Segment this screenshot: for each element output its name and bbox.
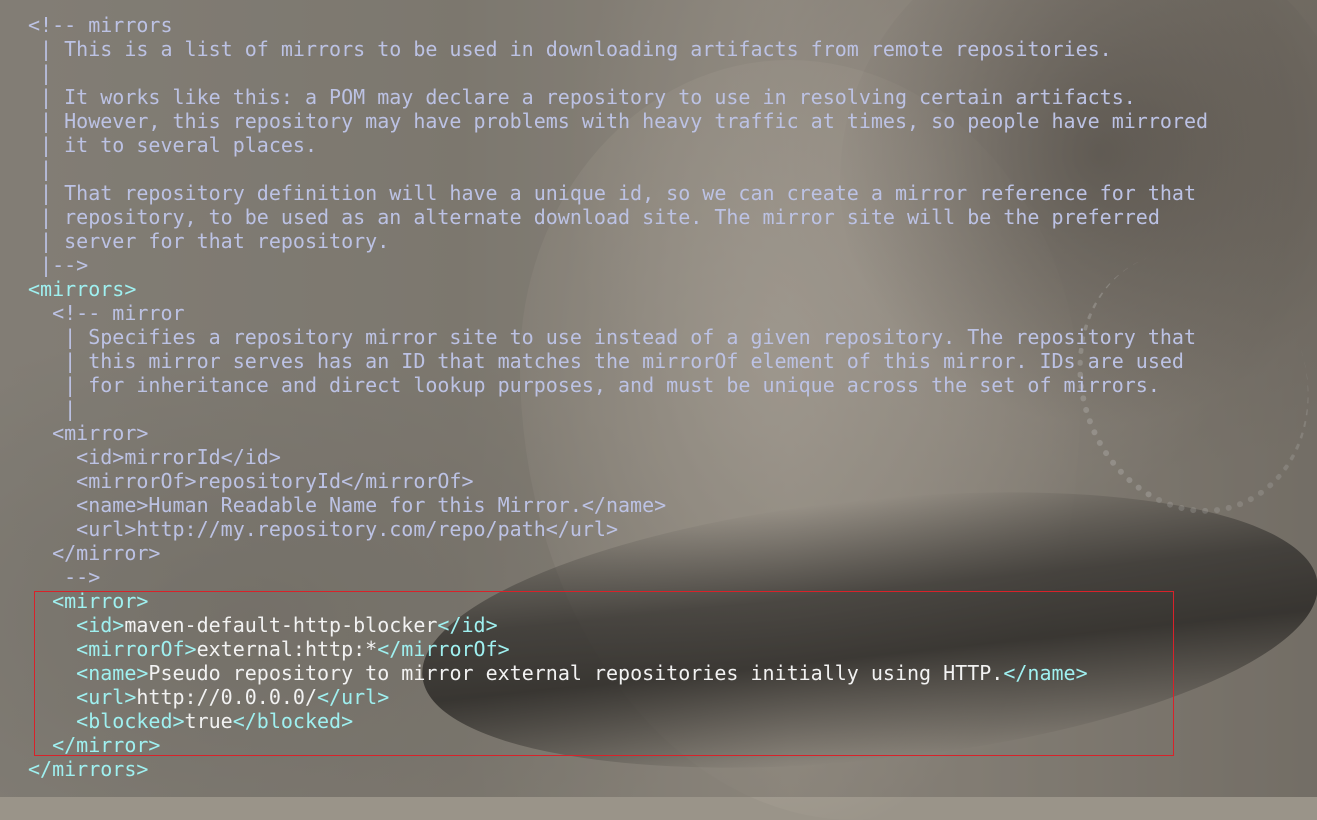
code-line: | Specifies a repository mirror site to … xyxy=(28,325,1317,349)
code-token-comment: | it to several places. xyxy=(28,133,317,157)
code-line: | this mirror serves has an ID that matc… xyxy=(28,349,1317,373)
code-token-comment: <id>mirrorId</id> xyxy=(28,445,281,469)
code-token-comment: | for inheritance and direct lookup purp… xyxy=(28,373,1160,397)
code-token-comment: <mirrorOf>repositoryId</mirrorOf> xyxy=(28,469,474,493)
code-line: <url>http://my.repository.com/repo/path<… xyxy=(28,517,1317,541)
code-line: | That repository definition will have a… xyxy=(28,181,1317,205)
code-line: <!-- mirrors xyxy=(28,13,1317,37)
code-line: | It works like this: a POM may declare … xyxy=(28,85,1317,109)
code-token-comment: --> xyxy=(28,565,101,589)
code-token-comment: | This is a list of mirrors to be used i… xyxy=(28,37,1112,61)
code-line: <name>Human Readable Name for this Mirro… xyxy=(28,493,1317,517)
code-line: | repository, to be used as an alternate… xyxy=(28,205,1317,229)
code-token-comment: | xyxy=(28,157,53,181)
code-token-comment: <name>Human Readable Name for this Mirro… xyxy=(28,493,667,517)
code-line: | xyxy=(28,61,1317,85)
code-line: | xyxy=(28,157,1317,181)
code-token-comment: | xyxy=(28,61,53,85)
code-token-comment: | That repository definition will have a… xyxy=(28,181,1196,205)
code-line: | This is a list of mirrors to be used i… xyxy=(28,37,1317,61)
code-token-comment: </mirror> xyxy=(28,541,161,565)
code-line: --> xyxy=(28,565,1317,589)
code-line: | server for that repository. xyxy=(28,229,1317,253)
code-token-comment: | repository, to be used as an alternate… xyxy=(28,205,1160,229)
code-line: <mirror> xyxy=(28,421,1317,445)
code-token-comment: | xyxy=(28,397,77,421)
code-line: </mirror> xyxy=(28,541,1317,565)
code-token-comment: <!-- mirrors xyxy=(28,13,173,37)
code-line: | xyxy=(28,397,1317,421)
code-line: | However, this repository may have prob… xyxy=(28,109,1317,133)
code-token-comment: | It works like this: a POM may declare … xyxy=(28,85,1136,109)
code-token-comment: | this mirror serves has an ID that matc… xyxy=(28,349,1184,373)
code-token-comment: | server for that repository. xyxy=(28,229,390,253)
code-line: <!-- mirror xyxy=(28,301,1317,325)
code-token-comment: <url>http://my.repository.com/repo/path<… xyxy=(28,517,619,541)
code-line: <mirrors> xyxy=(28,277,1317,301)
code-token-comment: <!-- mirror xyxy=(28,301,185,325)
code-token-tag: </mirrors> xyxy=(28,757,149,781)
code-token-comment: <mirror> xyxy=(28,421,149,445)
code-line: <id>mirrorId</id> xyxy=(28,445,1317,469)
code-line: <mirrorOf>repositoryId</mirrorOf> xyxy=(28,469,1317,493)
code-token-comment: | Specifies a repository mirror site to … xyxy=(28,325,1196,349)
highlight-box xyxy=(34,591,1174,756)
code-token-comment: | However, this repository may have prob… xyxy=(28,109,1209,133)
code-token-tag: <mirrors> xyxy=(28,277,137,301)
code-line: | for inheritance and direct lookup purp… xyxy=(28,373,1317,397)
code-line: | it to several places. xyxy=(28,133,1317,157)
code-line: </mirrors> xyxy=(28,757,1317,781)
code-line: |--> xyxy=(28,253,1317,277)
code-token-comment: |--> xyxy=(28,253,89,277)
